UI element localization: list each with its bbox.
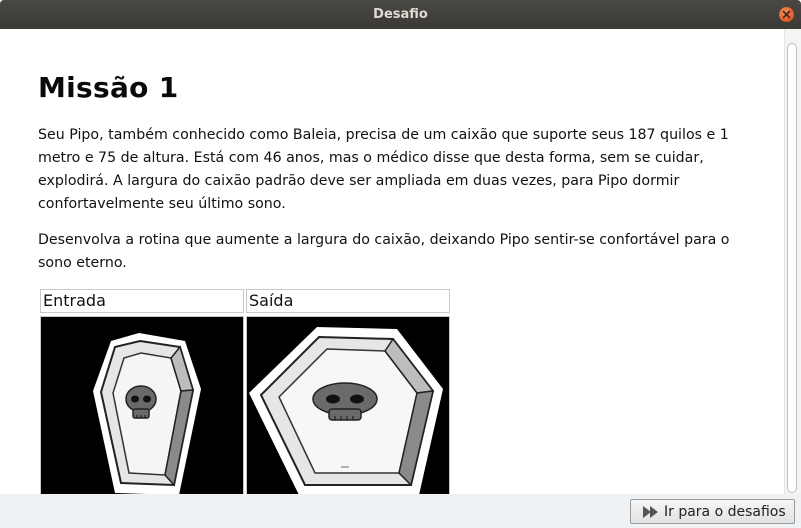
io-table: Entrada Saída	[40, 289, 452, 494]
window-titlebar[interactable]: Desafio	[0, 0, 801, 29]
output-header: Saída	[246, 289, 450, 313]
input-coffin-image	[40, 316, 244, 494]
window-title: Desafio	[373, 7, 428, 22]
go-to-challenges-button[interactable]: Ir para o desafios	[630, 499, 795, 524]
input-header: Entrada	[40, 289, 244, 313]
vertical-scrollbar[interactable]	[784, 29, 801, 494]
output-coffin-image	[246, 316, 450, 494]
fast-forward-icon	[643, 505, 658, 518]
close-icon	[782, 10, 791, 19]
challenge-content: Missão 1 Seu Pipo, também conhecido como…	[0, 29, 784, 494]
instruction-paragraph: Desenvolva a rotina que aumente a largur…	[38, 232, 730, 271]
page-title: Missão 1	[38, 71, 179, 104]
footer-bar: Ir para o desafios	[0, 494, 801, 528]
description-paragraph: Seu Pipo, também conhecido como Baleia, …	[38, 127, 729, 212]
close-button[interactable]	[779, 7, 794, 22]
scrollbar-thumb[interactable]	[787, 43, 797, 493]
go-to-challenges-label: Ir para o desafios	[664, 503, 786, 520]
